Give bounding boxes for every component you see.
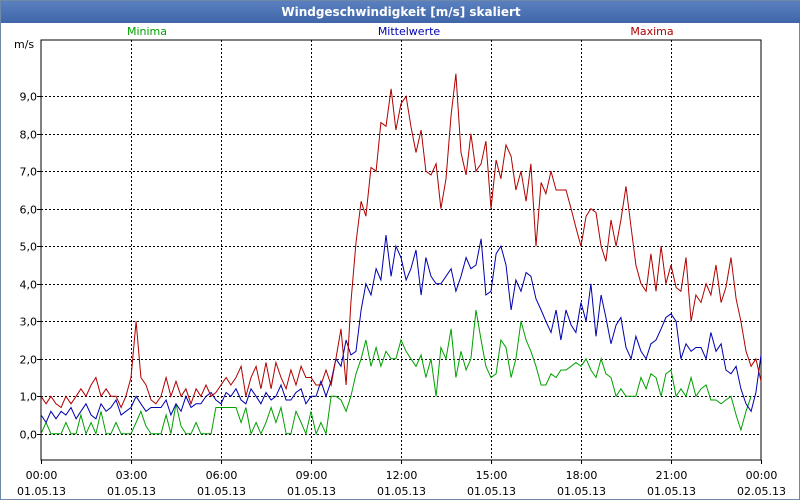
y-tick-label: 4,0 (20, 279, 38, 292)
legend: Minima Mittelwerte Maxima (127, 25, 674, 38)
x-tick-date-label: 01.05.13 (377, 485, 426, 498)
y-tick-label: 7,0 (20, 166, 38, 179)
x-tick-date-label: 01.05.13 (647, 485, 696, 498)
line-chart: 0,0 1,0 2,0 3,0 4,0 5,0 6,0 7,0 8,0 9,0 00:00 01.0… (14, 25, 786, 498)
y-axis: 0,0 1,0 2,0 3,0 4,0 5,0 6,0 7,0 8,0 9,0 (20, 91, 41, 442)
x-tick-date-label: 01.05.13 (287, 485, 336, 498)
y-tick-label: 9,0 (20, 91, 38, 104)
x-tick-time-label: 09:00 (296, 469, 328, 482)
x-tick-time-label: 00:00 (26, 469, 58, 482)
legend-entry-minima: Minima (127, 25, 167, 38)
y-axis-unit-label: m/s (14, 38, 34, 51)
x-tick-time-label: 03:00 (116, 469, 148, 482)
x-tick-date-label: 01.05.13 (17, 485, 66, 498)
x-tick-date-label: 01.05.13 (557, 485, 606, 498)
x-tick-date-label: 01.05.13 (107, 485, 156, 498)
x-tick-date-label: 01.05.13 (467, 485, 516, 498)
y-tick-label: 0,0 (20, 429, 38, 442)
x-tick-time-label: 15:00 (476, 469, 508, 482)
x-tick-date-label: 02.05.13 (737, 485, 786, 498)
legend-entry-mittelwerte: Mittelwerte (378, 25, 441, 38)
x-tick-time-label: 12:00 (386, 469, 418, 482)
y-tick-label: 1,0 (20, 391, 38, 404)
x-tick-date-label: 01.05.13 (197, 485, 246, 498)
y-tick-label: 3,0 (20, 316, 38, 329)
legend-entry-maxima: Maxima (630, 25, 673, 38)
y-tick-label: 2,0 (20, 354, 38, 367)
x-tick-time-label: 21:00 (656, 469, 688, 482)
x-tick-time-label: 00:00 (746, 469, 778, 482)
y-tick-label: 6,0 (20, 204, 38, 217)
x-tick-time-label: 18:00 (566, 469, 598, 482)
y-tick-label: 8,0 (20, 129, 38, 142)
x-axis: 00:00 01.05.13 03:00 01.05.13 06:00 01.05.13 0… (17, 460, 786, 498)
x-tick-time-label: 06:00 (206, 469, 238, 482)
y-tick-label: 5,0 (20, 241, 38, 254)
